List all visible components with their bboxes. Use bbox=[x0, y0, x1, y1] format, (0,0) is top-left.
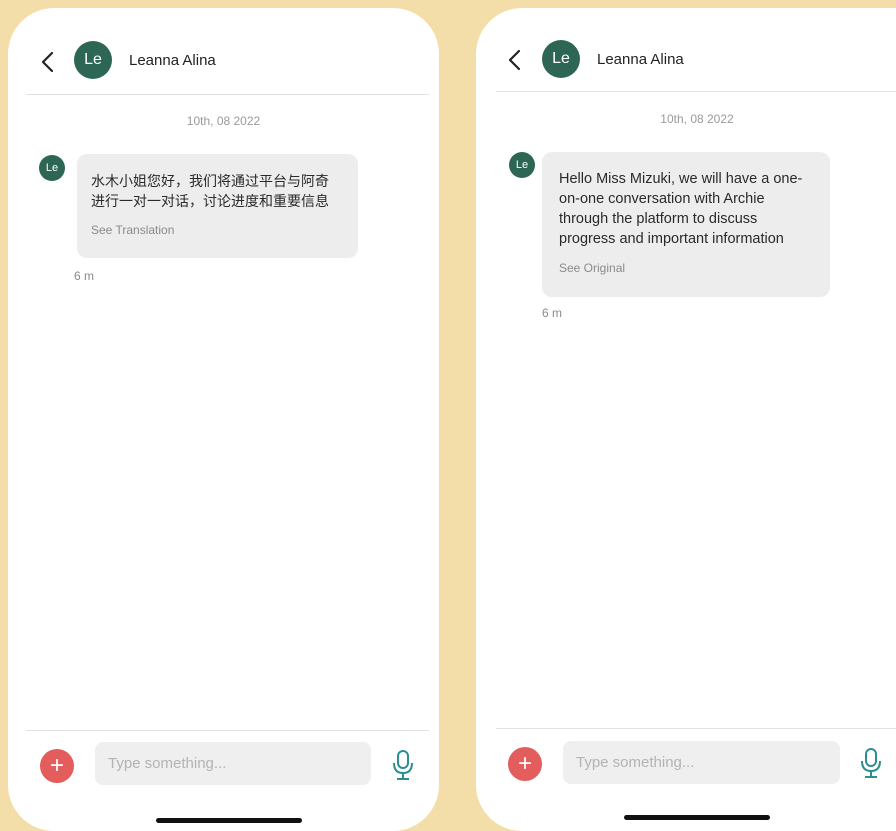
message-text-line: 水木小姐您好，我们将通过平台与阿奇 bbox=[91, 173, 329, 189]
back-button[interactable] bbox=[38, 50, 60, 74]
header-divider bbox=[496, 91, 896, 92]
contact-name[interactable]: Leanna Alina bbox=[129, 52, 216, 69]
add-attachment-button[interactable]: + bbox=[40, 749, 74, 783]
message-time: 6 m bbox=[542, 306, 563, 320]
contact-avatar[interactable]: Le bbox=[74, 41, 112, 79]
see-original-link[interactable]: See Original bbox=[559, 261, 814, 275]
date-separator: 10th, 08 2022 bbox=[186, 114, 261, 128]
message-text-line: on-one conversation with Archie bbox=[559, 191, 765, 207]
microphone-icon bbox=[393, 750, 413, 780]
add-attachment-button[interactable]: + bbox=[508, 747, 542, 781]
date-separator: 10th, 08 2022 bbox=[660, 112, 734, 126]
see-translation-link[interactable]: See Translation bbox=[91, 223, 344, 237]
contact-name[interactable]: Leanna Alina bbox=[597, 51, 684, 68]
home-indicator bbox=[156, 818, 302, 823]
sender-avatar: Le bbox=[39, 155, 65, 181]
message-text-line: progress and important information bbox=[559, 231, 784, 247]
chevron-left-icon bbox=[508, 49, 521, 71]
composer-divider bbox=[26, 730, 429, 731]
header-divider bbox=[26, 94, 429, 95]
message-text-line: 进行一对一对话，讨论进度和重要信息 bbox=[91, 193, 329, 209]
right-phone-screen: Le Leanna Alina 10th, 08 2022 Le Hello M… bbox=[476, 8, 896, 831]
home-indicator bbox=[624, 815, 770, 820]
sender-avatar: Le bbox=[509, 152, 535, 178]
message-text-line: through the platform to discuss bbox=[559, 211, 758, 227]
left-phone-screen: Le Leanna Alina 10th, 08 2022 Le 水木小姐您好，… bbox=[8, 8, 439, 831]
message-bubble[interactable]: 水木小姐您好，我们将通过平台与阿奇 进行一对一对话，讨论进度和重要信息 See … bbox=[77, 154, 358, 258]
microphone-button[interactable] bbox=[859, 747, 883, 779]
contact-avatar[interactable]: Le bbox=[542, 40, 580, 78]
chat-header: Le Leanna Alina bbox=[8, 8, 439, 94]
microphone-button[interactable] bbox=[391, 749, 415, 781]
message-time: 6 m bbox=[74, 269, 95, 283]
message-input[interactable] bbox=[95, 742, 371, 785]
chevron-left-icon bbox=[41, 51, 54, 73]
composer-divider bbox=[496, 728, 896, 729]
message-input[interactable] bbox=[563, 741, 840, 784]
back-button[interactable] bbox=[505, 48, 527, 72]
microphone-icon bbox=[861, 748, 881, 778]
message-text-line: Hello Miss Mizuki, we will have a one- bbox=[559, 171, 803, 187]
message-bubble[interactable]: Hello Miss Mizuki, we will have a one- o… bbox=[542, 152, 830, 297]
chat-header: Le Leanna Alina bbox=[476, 8, 896, 92]
